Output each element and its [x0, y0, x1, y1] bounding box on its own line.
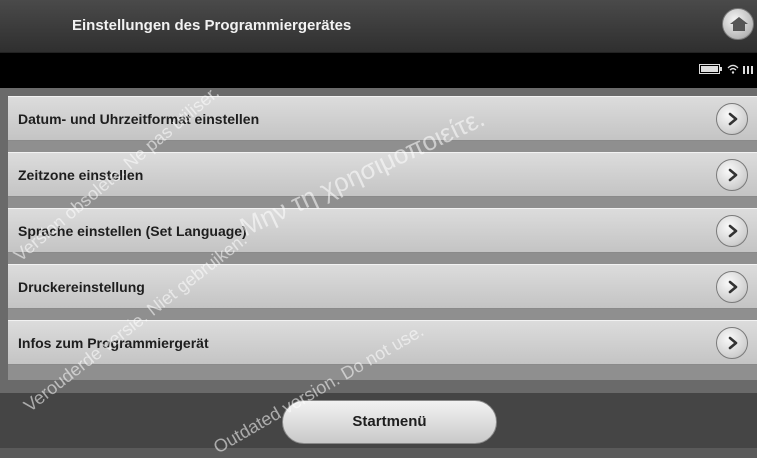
home-button[interactable]: [722, 8, 754, 40]
page-title: Einstellungen des Programmiergerätes: [72, 17, 352, 34]
battery-icon: [699, 64, 722, 74]
chevron-right-icon: [728, 224, 738, 238]
menu-item-date-time-format[interactable]: Datum- und Uhrzeitformat einstellen: [8, 96, 757, 141]
settings-list: Datum- und Uhrzeitformat einstellen Zeit…: [8, 96, 757, 380]
settings-content: Datum- und Uhrzeitformat einstellen Zeit…: [0, 88, 757, 393]
chevron-right-button[interactable]: [716, 327, 748, 359]
chevron-right-icon: [728, 168, 738, 182]
menu-item-label: Infos zum Programmiergerät: [18, 335, 209, 351]
chevron-right-button[interactable]: [716, 103, 748, 135]
menu-item-label: Sprache einstellen (Set Language): [18, 223, 247, 239]
chevron-right-icon: [728, 336, 738, 350]
chevron-right-button[interactable]: [716, 159, 748, 191]
chevron-right-button[interactable]: [716, 271, 748, 303]
signal-icon: [743, 66, 753, 74]
menu-item-language[interactable]: Sprache einstellen (Set Language): [8, 208, 757, 253]
menu-item-label: Zeitzone einstellen: [18, 167, 144, 183]
home-icon: [730, 17, 748, 31]
menu-item-time-zone[interactable]: Zeitzone einstellen: [8, 152, 757, 197]
bottom-bar: Startmenü: [0, 393, 757, 448]
menu-item-about-programmer[interactable]: Infos zum Programmiergerät: [8, 320, 757, 365]
menu-item-label: Druckereinstellung: [18, 279, 145, 295]
chevron-right-icon: [728, 112, 738, 126]
menu-item-label: Datum- und Uhrzeitformat einstellen: [18, 111, 260, 127]
chevron-right-button[interactable]: [716, 215, 748, 247]
menu-item-printer[interactable]: Druckereinstellung: [8, 264, 757, 309]
chevron-right-icon: [728, 280, 738, 294]
status-bar: [0, 53, 757, 88]
title-bar: Einstellungen des Programmiergerätes: [0, 0, 757, 53]
start-menu-button[interactable]: Startmenü: [282, 400, 497, 444]
wifi-icon: [727, 64, 739, 74]
